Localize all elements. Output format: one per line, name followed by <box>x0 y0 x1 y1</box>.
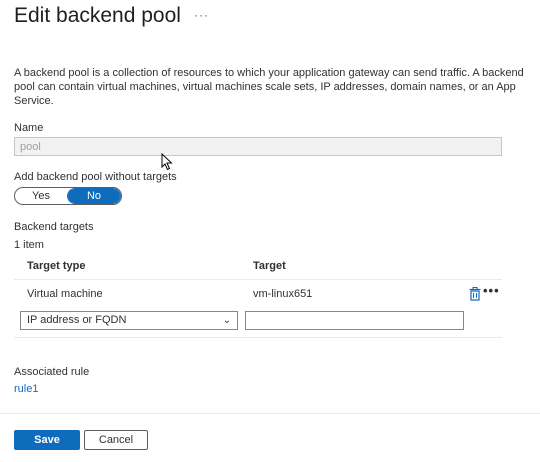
target-type-select-value: IP address or FQDN <box>27 314 127 326</box>
toggle-option-yes[interactable]: Yes <box>15 188 67 204</box>
targets-count: 1 item <box>14 239 44 251</box>
mouse-cursor-icon <box>161 153 173 171</box>
page-title: Edit backend pool <box>14 4 181 27</box>
column-header-target: Target <box>253 260 286 272</box>
row-divider <box>14 337 502 338</box>
chevron-down-icon: ⌄ <box>222 315 231 326</box>
save-button[interactable]: Save <box>14 430 80 450</box>
footer-divider <box>0 413 540 414</box>
backend-targets-label: Backend targets <box>14 221 94 233</box>
target-type-select[interactable]: IP address or FQDN ⌄ <box>20 311 238 330</box>
description-text: A backend pool is a collection of resour… <box>14 67 524 107</box>
associated-rule-label: Associated rule <box>14 366 90 378</box>
without-targets-label: Add backend pool without targets <box>14 171 177 183</box>
associated-rule-link[interactable]: rule1 <box>14 383 38 395</box>
name-input[interactable] <box>14 137 502 156</box>
column-header-target-type: Target type <box>27 260 86 272</box>
name-label: Name <box>14 122 44 134</box>
delete-icon[interactable] <box>469 287 481 301</box>
more-options-icon[interactable]: ··· <box>194 8 209 22</box>
without-targets-toggle: Yes No <box>14 187 122 205</box>
header-divider <box>14 279 502 280</box>
target-input[interactable] <box>245 311 464 330</box>
row-target: vm-linux651 <box>253 288 313 300</box>
row-more-icon[interactable]: ••• <box>483 283 500 298</box>
row-target-type: Virtual machine <box>27 288 103 300</box>
cancel-button[interactable]: Cancel <box>84 430 148 450</box>
toggle-option-no[interactable]: No <box>67 188 121 204</box>
